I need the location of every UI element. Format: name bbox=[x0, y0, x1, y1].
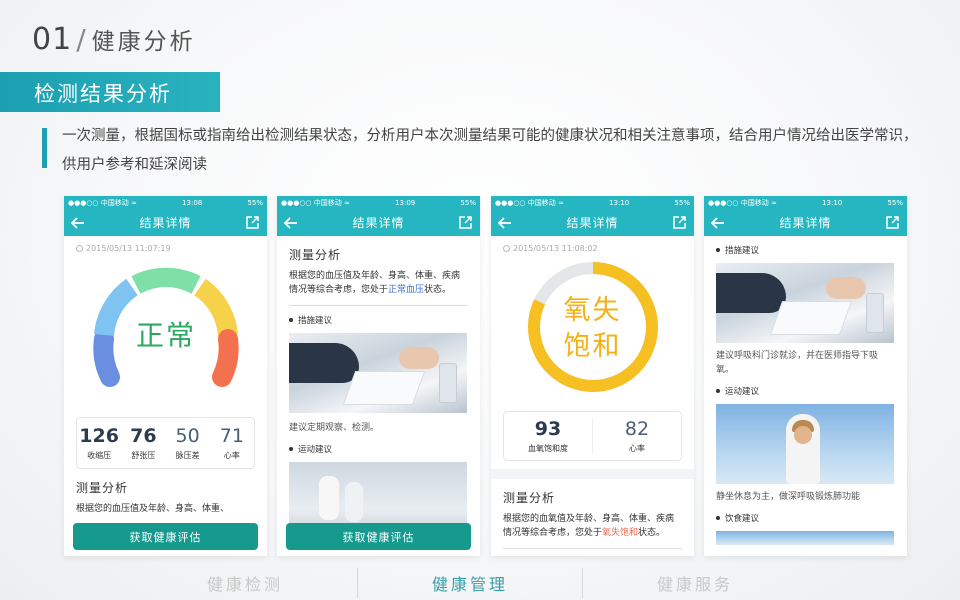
back-arrow-icon[interactable] bbox=[71, 216, 85, 230]
analysis-title: 测量分析 bbox=[76, 481, 129, 495]
phone-screen-4: ●●●○○ 中国移动 ≈ 13:10 55% 结果详情 措施建议 建议呼吸科门诊… bbox=[704, 196, 907, 556]
analysis-text: 根据您的血氧值及年龄、身高、体重、疾病情况等综合考虑，您处于氧失饱和状态。 bbox=[503, 514, 675, 538]
stat-pulse-pressure: 50 脉压差 bbox=[175, 425, 200, 460]
section-slash: / bbox=[76, 23, 86, 56]
divider bbox=[503, 548, 682, 549]
nav-title: 结果详情 bbox=[566, 216, 619, 230]
status-time: 13:09 bbox=[395, 198, 416, 207]
advice-text-1: 建议呼吸科门诊就诊，并在医师指导下吸氧。 bbox=[716, 351, 879, 375]
battery-level: 55% bbox=[247, 198, 263, 207]
doctor-writing-photo bbox=[716, 263, 894, 343]
nav-title: 结果详情 bbox=[779, 216, 832, 230]
nav-title: 结果详情 bbox=[352, 216, 405, 230]
doctor-writing-photo bbox=[289, 333, 467, 413]
stat-heart-rate: 82 心率 bbox=[592, 418, 681, 454]
phone-screen-3: ●●●○○ 中国移动 ≈ 13:10 55% 结果详情 2015/05/13 1… bbox=[491, 196, 694, 556]
carrier-signal: ●●●○○ 中国移动 ≈ bbox=[281, 198, 350, 207]
status-gauge: 正常 bbox=[76, 259, 256, 409]
analysis-title: 测量分析 bbox=[289, 248, 342, 262]
bottom-nav: 健康检测 健康管理 健康服务 bbox=[170, 566, 770, 600]
subsection-banner: 检测结果分析 bbox=[0, 72, 220, 112]
carrier-signal: ●●●○○ 中国移动 ≈ bbox=[708, 198, 777, 207]
nav-title: 结果详情 bbox=[139, 216, 192, 230]
battery-level: 55% bbox=[460, 198, 476, 207]
carrier-signal: ●●●○○ 中国移动 ≈ bbox=[68, 198, 137, 207]
stat-spo2: 93 血氧饱和度 bbox=[528, 418, 568, 453]
bullet-exercise: 运动建议 bbox=[716, 385, 895, 397]
status-bar: ●●●○○ 中国移动 ≈ 13:10 55% bbox=[704, 196, 907, 209]
stat-heart-rate: 71 心率 bbox=[219, 425, 244, 460]
bullet-diet: 饮食建议 bbox=[716, 512, 895, 524]
bullet-measures: 措施建议 bbox=[289, 314, 468, 326]
tab-separator bbox=[581, 568, 583, 598]
analysis-title: 测量分析 bbox=[503, 491, 556, 505]
share-icon[interactable] bbox=[886, 216, 900, 230]
diet-photo bbox=[716, 531, 894, 545]
tab-separator bbox=[356, 568, 358, 598]
phone-screen-2: ●●●○○ 中国移动 ≈ 13:09 55% 结果详情 测量分析 根据您的血压值… bbox=[277, 196, 480, 556]
description-text: 一次测量，根据国标或指南给出检测结果状态，分析用户本次测量结果可能的健康状况和相… bbox=[62, 128, 918, 173]
battery-level: 55% bbox=[887, 198, 903, 207]
clock-icon bbox=[76, 245, 83, 252]
tab-health-detection[interactable]: 健康检测 bbox=[207, 571, 283, 595]
carrier-signal: ●●●○○ 中国移动 ≈ bbox=[495, 198, 564, 207]
share-icon[interactable] bbox=[246, 216, 260, 230]
get-health-assessment-button[interactable]: 获取健康评估 bbox=[73, 523, 258, 550]
woman-stretching-photo bbox=[716, 404, 894, 484]
section-gap bbox=[491, 469, 694, 479]
share-icon[interactable] bbox=[459, 216, 473, 230]
stat-systolic: 126 收缩压 bbox=[79, 425, 119, 460]
back-arrow-icon[interactable] bbox=[284, 216, 298, 230]
status-time: 13:10 bbox=[609, 198, 630, 207]
oxygen-ring: 氧失 饱和 bbox=[518, 257, 668, 407]
oxygen-status-label: 氧失 饱和 bbox=[563, 295, 622, 362]
oxygen-stats-panel: 93 血氧饱和度 82 心率 bbox=[503, 411, 682, 461]
nav-bar: 结果详情 bbox=[64, 209, 267, 236]
clock-icon bbox=[503, 245, 510, 252]
tab-health-service[interactable]: 健康服务 bbox=[657, 571, 733, 595]
advice-text-2: 静坐休息为主，做深呼吸锻炼肺功能 bbox=[716, 492, 861, 502]
section-header: 01 / 健康分析 bbox=[32, 22, 196, 57]
nav-bar: 结果详情 bbox=[277, 209, 480, 236]
gauge-status-label: 正常 bbox=[135, 319, 196, 352]
tab-health-management[interactable]: 健康管理 bbox=[432, 571, 508, 595]
bp-stats-panel: 126 收缩压 76 舒张压 50 脉压差 71 心率 bbox=[76, 417, 255, 469]
share-icon[interactable] bbox=[673, 216, 687, 230]
status-highlight[interactable]: 氧失饱和 bbox=[602, 528, 638, 538]
analysis-text: 根据您的血压值及年龄、身高、体重、疾病情况等综合考虑，您处于正常血压状态。 bbox=[289, 271, 461, 295]
back-arrow-icon[interactable] bbox=[711, 216, 725, 230]
nav-bar: 结果详情 bbox=[491, 209, 694, 236]
status-bar: ●●●○○ 中国移动 ≈ 13:09 55% bbox=[277, 196, 480, 209]
get-health-assessment-button[interactable]: 获取健康评估 bbox=[286, 523, 471, 550]
description-accent-bar bbox=[42, 128, 47, 168]
status-time: 13:10 bbox=[822, 198, 843, 207]
advice-text: 建议定期观察、检测。 bbox=[289, 423, 380, 433]
phone-screen-1: ●●●○○ 中国移动 ≈ 13:08 55% 结果详情 2015/05/13 1… bbox=[64, 196, 267, 556]
status-bar: ●●●○○ 中国移动 ≈ 13:10 55% bbox=[491, 196, 694, 209]
divider bbox=[289, 305, 468, 306]
gauge-segment-normal bbox=[131, 267, 201, 295]
nav-bar: 结果详情 bbox=[704, 209, 907, 236]
section-number: 01 bbox=[32, 22, 73, 57]
back-arrow-icon[interactable] bbox=[498, 216, 512, 230]
status-time: 13:08 bbox=[182, 198, 203, 207]
section-title: 健康分析 bbox=[91, 29, 196, 55]
stat-diastolic: 76 舒张压 bbox=[130, 425, 157, 460]
status-bar: ●●●○○ 中国移动 ≈ 13:08 55% bbox=[64, 196, 267, 209]
bullet-measures: 措施建议 bbox=[716, 244, 895, 256]
bullet-exercise: 运动建议 bbox=[289, 443, 468, 455]
status-highlight[interactable]: 正常血压 bbox=[388, 285, 424, 295]
measure-date: 2015/05/13 11:08:02 bbox=[503, 236, 682, 253]
analysis-text: 根据您的血压值及年龄、身高、体重、 bbox=[76, 504, 230, 514]
measure-date: 2015/05/13 11:07:19 bbox=[76, 236, 255, 253]
battery-level: 55% bbox=[674, 198, 690, 207]
